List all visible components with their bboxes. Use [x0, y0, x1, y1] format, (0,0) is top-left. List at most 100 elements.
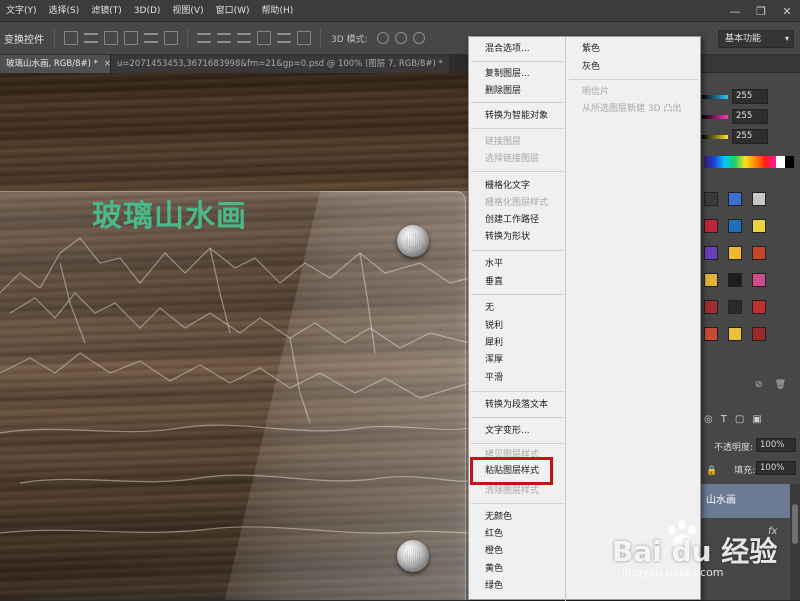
menu-item-duplicate-layer[interactable]: 复制图层... [485, 68, 530, 80]
align-hcenter-icon[interactable] [144, 33, 158, 43]
document-canvas[interactable]: 玻璃山水画 [0, 73, 470, 600]
align-left-icon[interactable] [124, 31, 138, 45]
color-spectrum[interactable] [704, 156, 776, 168]
menu-item-aa-smooth[interactable]: 平滑 [485, 372, 503, 384]
color-swatch[interactable] [752, 327, 766, 341]
menu-window[interactable]: 窗口(W) [210, 0, 256, 22]
align-top-icon[interactable] [64, 31, 78, 45]
color-slider-g[interactable]: 255 [700, 106, 800, 128]
black-white-swatch[interactable] [776, 156, 794, 168]
color-swatch[interactable] [704, 327, 718, 341]
color-swatch[interactable] [728, 300, 742, 314]
no-entry-icon[interactable]: ⊘ [755, 380, 763, 394]
menu-type[interactable]: 文字(Y) [0, 0, 43, 22]
menu-item-warp-text[interactable]: 文字变形... [485, 425, 530, 437]
menu-3d[interactable]: 3D(D) [128, 0, 167, 22]
menu-item-rasterize-type[interactable]: 栅格化文字 [485, 180, 530, 192]
circle-filter-icon[interactable]: ◎ [704, 414, 713, 425]
swatches-grid [704, 192, 774, 341]
color-swatch[interactable] [704, 219, 718, 233]
close-button[interactable]: ✕ [774, 0, 800, 22]
menu-help[interactable]: 帮助(H) [256, 0, 300, 22]
menu-item-no-color[interactable]: 无颜色 [485, 511, 512, 523]
distribute-right-icon[interactable] [297, 31, 311, 45]
color-slider-b[interactable]: 255 [700, 126, 800, 148]
color-swatch[interactable] [728, 192, 742, 206]
lock-icon[interactable]: 🔒 [706, 466, 717, 476]
menu-item-convert-to-shape[interactable]: 转换为形状 [485, 231, 530, 243]
fill-input[interactable]: 100% [756, 461, 796, 475]
color-swatch[interactable] [728, 327, 742, 341]
color-swatch[interactable] [704, 246, 718, 260]
menu-item-convert-smart-object[interactable]: 转换为智能对象 [485, 110, 548, 122]
slider-value[interactable]: 255 [732, 89, 768, 104]
color-swatch[interactable] [752, 300, 766, 314]
slider-track[interactable] [702, 115, 728, 119]
trash-icon[interactable]: 🗑 [775, 380, 786, 394]
menu-item-vertical[interactable]: 垂直 [485, 276, 503, 288]
distribute-top-icon[interactable] [197, 33, 211, 43]
menu-item-aa-sharp[interactable]: 锐利 [485, 320, 503, 332]
color-swatch[interactable] [728, 219, 742, 233]
color-swatch[interactable] [704, 300, 718, 314]
slider-value[interactable]: 255 [732, 109, 768, 124]
scroll-thumb[interactable] [792, 504, 798, 544]
rotate-3d-icon[interactable] [376, 32, 389, 44]
color-swatch[interactable] [752, 219, 766, 233]
menu-item-yellow[interactable]: 黄色 [485, 563, 503, 575]
distribute-vcenter-icon[interactable] [217, 33, 231, 43]
align-vcenter-icon[interactable] [84, 33, 98, 43]
menu-item-blending-options[interactable]: 混合选项... [485, 43, 530, 55]
menu-item-aa-crisp[interactable]: 犀利 [485, 337, 503, 349]
menu-item-create-work-path[interactable]: 创建工作路径 [485, 214, 539, 226]
opacity-input[interactable]: 100% [756, 438, 796, 452]
transform-controls-label[interactable]: 变换控件 [0, 31, 48, 46]
align-right-icon[interactable] [164, 31, 178, 45]
slider-value[interactable]: 255 [732, 129, 768, 144]
menu-select[interactable]: 选择(S) [43, 0, 86, 22]
menu-item-delete-layer[interactable]: 删除图层 [485, 85, 521, 97]
menu-item-aa-none[interactable]: 无 [485, 302, 494, 314]
color-swatch[interactable] [728, 273, 742, 287]
workspace-select[interactable]: 基本功能 ▾ [718, 30, 794, 48]
menu-item-green[interactable]: 绿色 [485, 580, 503, 592]
color-swatch[interactable] [752, 273, 766, 287]
color-swatch[interactable] [752, 192, 766, 206]
menu-item-purple[interactable]: 紫色 [582, 43, 600, 55]
menu-item-gray[interactable]: 灰色 [582, 61, 600, 73]
distribute-left-icon[interactable] [257, 31, 271, 45]
minimize-button[interactable]: — [722, 0, 748, 22]
menu-item-red[interactable]: 红色 [485, 528, 503, 540]
color-swatch[interactable] [704, 273, 718, 287]
menu-item-postcard: 明信片 [582, 87, 610, 97]
divider [187, 28, 188, 48]
menu-divider [471, 102, 563, 103]
menu-filter[interactable]: 滤镜(T) [85, 0, 128, 22]
smart-filter-icon[interactable]: ▣ [752, 414, 761, 425]
slider-track[interactable] [702, 135, 728, 139]
color-swatch[interactable] [728, 246, 742, 260]
menu-item-horizontal[interactable]: 水平 [485, 258, 503, 270]
menu-bar: 文字(Y) 选择(S) 滤镜(T) 3D(D) 视图(V) 窗口(W) 帮助(H… [0, 0, 800, 22]
align-bottom-icon[interactable] [104, 31, 118, 45]
window-controls: — ❐ ✕ [722, 0, 800, 22]
divider [54, 28, 55, 48]
shape-filter-icon[interactable]: ▢ [735, 414, 744, 425]
distribute-bottom-icon[interactable] [237, 33, 251, 43]
distribute-hcenter-icon[interactable] [277, 33, 291, 43]
color-swatch[interactable] [752, 246, 766, 260]
menu-item-aa-strong[interactable]: 浑厚 [485, 354, 503, 366]
color-swatch[interactable] [704, 192, 718, 206]
menu-item-orange[interactable]: 橙色 [485, 545, 503, 557]
tab-glass-landscape[interactable]: 玻璃山水画, RGB/8#) * × [0, 55, 111, 73]
maximize-button[interactable]: ❐ [748, 0, 774, 22]
roll-3d-icon[interactable] [394, 32, 407, 44]
type-filter-icon[interactable]: T [721, 414, 727, 425]
menu-item-convert-paragraph[interactable]: 转换为段落文本 [485, 399, 548, 411]
color-slider-r[interactable]: 255 [700, 86, 800, 108]
drag-3d-icon[interactable] [412, 32, 425, 44]
mode-3d-label: 3D 模式: [331, 34, 368, 45]
tab-psd-file[interactable]: u=2071453453,3671683998&fm=21&gp=0.psd @… [110, 55, 449, 73]
slider-track[interactable] [702, 95, 728, 99]
menu-view[interactable]: 视图(V) [166, 0, 209, 22]
